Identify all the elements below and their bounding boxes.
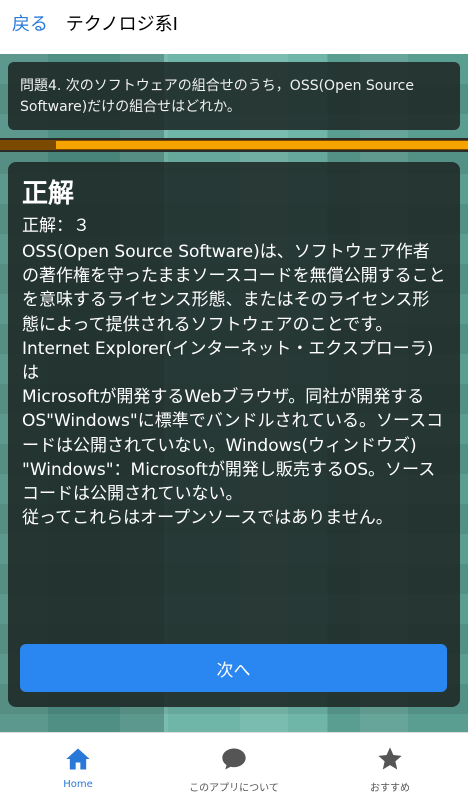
- chat-bubble-icon: [222, 748, 246, 770]
- explanation-paragraph: "Windows"：Microsoftが開発し販売するOS。ソースコードは公開さ…: [22, 459, 436, 505]
- page-title: テクノロジ系I: [65, 14, 178, 35]
- explanation-text: OSS(Open Source Software)は、ソフトウェア作者の著作権を…: [22, 240, 446, 530]
- result-verdict: 正解: [22, 179, 75, 209]
- progress-bar: [0, 138, 468, 152]
- progress-fill: [56, 141, 468, 149]
- next-button[interactable]: 次へ: [20, 644, 447, 692]
- tab-label: おすすめ: [370, 783, 410, 794]
- question-text: 問題4. 次のソフトウェアの組合せのうち，OSS(Open Source Sof…: [20, 78, 414, 115]
- explanation-paragraph: 従ってこれらはオープンソースではありません。: [22, 508, 393, 529]
- bottom-tab-bar: Home このアプリについて おすすめ: [0, 732, 468, 800]
- tab-recommended[interactable]: おすすめ: [312, 733, 468, 800]
- star-icon: [378, 747, 402, 770]
- tab-label: Home: [63, 779, 93, 790]
- question-panel: 問題4. 次のソフトウェアの組合せのうち，OSS(Open Source Sof…: [8, 62, 460, 130]
- tab-home[interactable]: Home: [0, 733, 156, 800]
- correct-answer-line: 正解：３: [22, 216, 90, 236]
- tab-about-app[interactable]: このアプリについて: [156, 733, 312, 800]
- explanation-paragraph: Internet Explorer(インターネット・エクスプローラ)は: [22, 338, 434, 384]
- answer-panel: 正解 正解：３ OSS(Open Source Software)は、ソフトウェ…: [8, 162, 460, 707]
- quiz-stage: 問題4. 次のソフトウェアの組合せのうち，OSS(Open Source Sof…: [0, 54, 468, 732]
- tab-label: このアプリについて: [189, 783, 279, 794]
- explanation-paragraph: OSS(Open Source Software)は、ソフトウェア作者の著作権を…: [22, 242, 446, 335]
- app-header: 戻る テクノロジ系I: [0, 0, 468, 54]
- explanation-paragraph: Microsoftが開発するWebブラウザ。同社が開発するOS"Windows"…: [22, 387, 444, 456]
- back-link[interactable]: 戻る: [12, 14, 48, 35]
- home-icon: [66, 748, 90, 770]
